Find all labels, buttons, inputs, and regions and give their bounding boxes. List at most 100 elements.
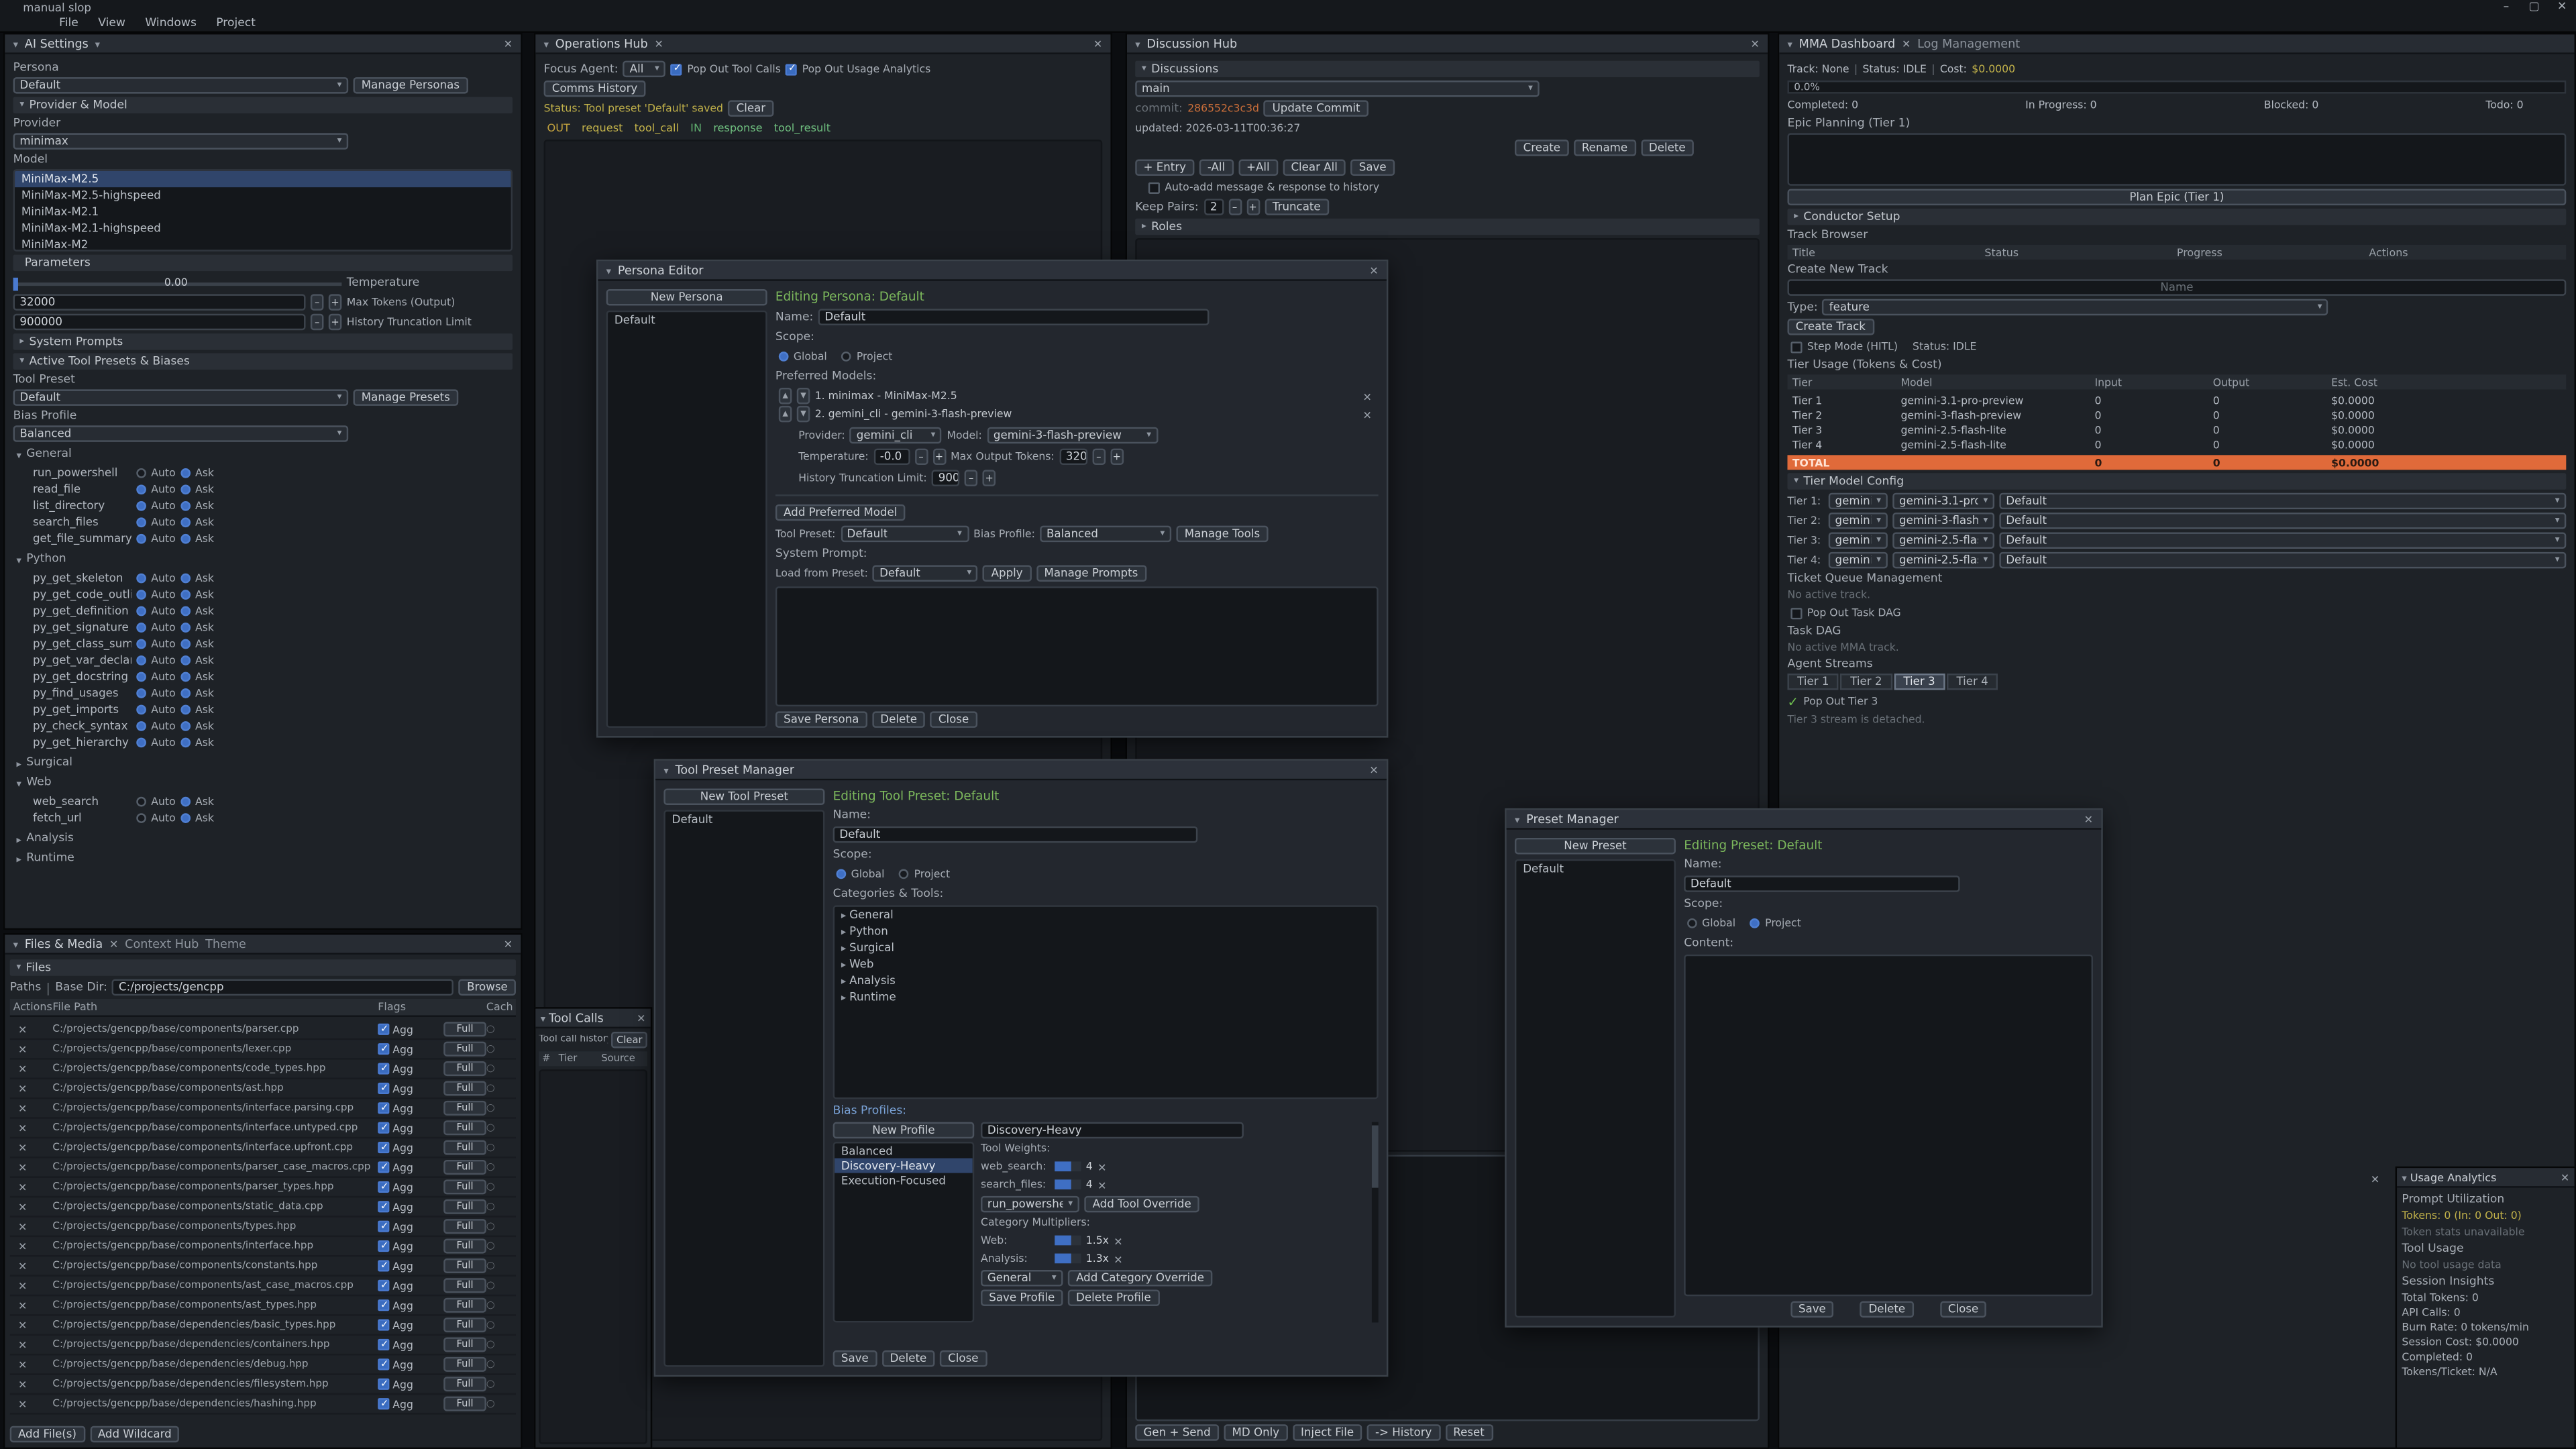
tier-provider-select[interactable]: gemini (1829, 532, 1888, 548)
agg-checkbox[interactable] (378, 1379, 389, 1390)
tier-preset-select[interactable]: Default (1999, 552, 2566, 568)
group-runtime[interactable]: Runtime (13, 849, 513, 865)
system-prompts-section[interactable]: System Prompts (13, 333, 513, 350)
preset-content-input[interactable] (1684, 955, 2093, 1296)
panel-caret-icon[interactable] (541, 1010, 545, 1025)
maximize-button[interactable]: ▢ (2527, 0, 2542, 13)
provider-model-section[interactable]: Provider & Model (13, 97, 513, 113)
ask-toggle[interactable] (180, 606, 191, 616)
scope-project-radio[interactable] (1750, 918, 1760, 928)
auto-toggle[interactable] (136, 590, 146, 600)
ask-toggle[interactable] (180, 574, 191, 584)
bias-profile-list-item[interactable]: Discovery-Heavy (835, 1159, 973, 1173)
conductor-setup-section[interactable]: Conductor Setup (1787, 209, 2566, 225)
full-button[interactable]: Full (443, 1022, 486, 1036)
agg-checkbox[interactable] (378, 1260, 389, 1271)
system-prompt-input[interactable] (775, 586, 1379, 706)
agg-checkbox[interactable] (378, 1181, 389, 1193)
agg-checkbox[interactable] (378, 1024, 389, 1035)
update-commit-button[interactable]: Update Commit (1264, 100, 1368, 116)
remove-multiplier-button[interactable] (1114, 1233, 1122, 1248)
auto-toggle[interactable] (136, 721, 146, 731)
plus-button[interactable] (932, 449, 946, 465)
agg-checkbox[interactable] (378, 1161, 389, 1173)
create-track-button[interactable]: Create Track (1787, 319, 1874, 335)
model-list-item[interactable]: MiniMax-M2.5 (15, 171, 511, 187)
remove-file-button[interactable] (13, 1042, 53, 1056)
clear-status-button[interactable]: Clear (728, 100, 773, 116)
full-button[interactable]: Full (443, 1160, 486, 1175)
move-up-button[interactable] (779, 406, 792, 422)
auto-toggle[interactable] (136, 705, 146, 715)
model-list-item[interactable]: MiniMax-M2.1 (15, 204, 511, 220)
full-button[interactable]: Full (443, 1318, 486, 1332)
ask-toggle[interactable] (180, 517, 191, 527)
history-limit-input[interactable]: 900000 (932, 470, 960, 486)
auto-toggle[interactable] (136, 606, 146, 616)
remove-multiplier-button[interactable] (1114, 1251, 1122, 1266)
agg-checkbox[interactable] (378, 1142, 389, 1153)
ask-toggle[interactable] (180, 590, 191, 600)
move-up-button[interactable] (779, 388, 792, 404)
manage-tools-button[interactable]: Manage Tools (1176, 526, 1268, 542)
full-button[interactable]: Full (443, 1101, 486, 1116)
composer-button[interactable]: -> History (1367, 1424, 1440, 1440)
theme-tab[interactable]: Theme (205, 936, 246, 951)
manage-prompts-button[interactable]: Manage Prompts (1036, 565, 1146, 581)
full-button[interactable]: Full (443, 1219, 486, 1234)
auto-toggle[interactable] (136, 623, 146, 633)
dialog-caret-icon[interactable] (663, 762, 668, 777)
stream-tab[interactable]: Tier 4 (1947, 674, 1998, 690)
group-analysis[interactable]: Analysis (13, 830, 513, 846)
create-discussion-button[interactable]: Create (1515, 140, 1568, 156)
ask-toggle[interactable] (180, 813, 191, 823)
plus-button[interactable] (1110, 449, 1124, 465)
add-wildcard-button[interactable]: Add Wildcard (90, 1426, 180, 1442)
ask-toggle[interactable] (180, 501, 191, 511)
tier-provider-select[interactable]: gemini (1829, 513, 1888, 529)
ask-toggle[interactable] (180, 623, 191, 633)
full-button[interactable]: Full (443, 1357, 486, 1372)
ask-toggle[interactable] (180, 639, 191, 649)
scrollbar[interactable] (1372, 1122, 1379, 1323)
tool-calls-tab[interactable]: Tool Calls (549, 1010, 604, 1025)
category-tree-item[interactable]: Web (835, 956, 1377, 972)
parameters-section[interactable]: Parameters (13, 255, 513, 271)
auto-toggle[interactable] (136, 813, 146, 823)
preset-list-item[interactable]: Default (1516, 861, 1674, 877)
move-down-button[interactable] (797, 406, 810, 422)
ask-toggle[interactable] (180, 534, 191, 544)
plus-button[interactable] (329, 294, 342, 310)
tier-model-select[interactable]: gemini-2.5-flash-lite (1892, 532, 1994, 548)
menu-item[interactable]: Project (216, 16, 256, 30)
max-output-input[interactable]: 32000 (1059, 449, 1087, 465)
manage-personas-button[interactable]: Manage Personas (354, 77, 468, 93)
agg-checkbox[interactable] (378, 1398, 389, 1409)
group-python[interactable]: Python (13, 550, 513, 566)
remove-weight-button[interactable] (1097, 1177, 1106, 1192)
tier-model-select[interactable]: gemini-3.1-pro-preview (1892, 493, 1994, 509)
remove-file-button[interactable] (13, 1200, 53, 1214)
remove-file-button[interactable] (13, 1338, 53, 1352)
active-presets-section[interactable]: Active Tool Presets & Biases (13, 354, 513, 370)
tier-preset-select[interactable]: Default (1999, 493, 2566, 509)
close-icon[interactable] (637, 1010, 645, 1025)
tier-preset-select[interactable]: Default (1999, 532, 2566, 548)
tool-preset-select[interactable]: Default (13, 389, 349, 405)
auto-toggle[interactable] (136, 484, 146, 494)
tab-close-icon[interactable] (1902, 36, 1911, 51)
plan-epic-button[interactable]: Plan Epic (Tier 1) (1787, 189, 2566, 205)
auto-toggle[interactable] (136, 688, 146, 698)
remove-file-button[interactable] (13, 1062, 53, 1075)
clear-tool-calls-button[interactable]: Clear (612, 1032, 647, 1048)
panel-caret-icon[interactable] (544, 36, 549, 51)
minus-button[interactable] (1228, 199, 1242, 215)
ask-toggle[interactable] (180, 468, 191, 478)
entry-action-button[interactable]: -All (1199, 160, 1234, 176)
close-icon[interactable] (504, 36, 513, 51)
files-section[interactable]: Files (10, 959, 516, 975)
discussion-select[interactable]: main (1135, 80, 1539, 97)
auto-toggle[interactable] (136, 639, 146, 649)
agg-checkbox[interactable] (378, 1240, 389, 1252)
keep-pairs-input[interactable]: 2 (1203, 199, 1223, 215)
